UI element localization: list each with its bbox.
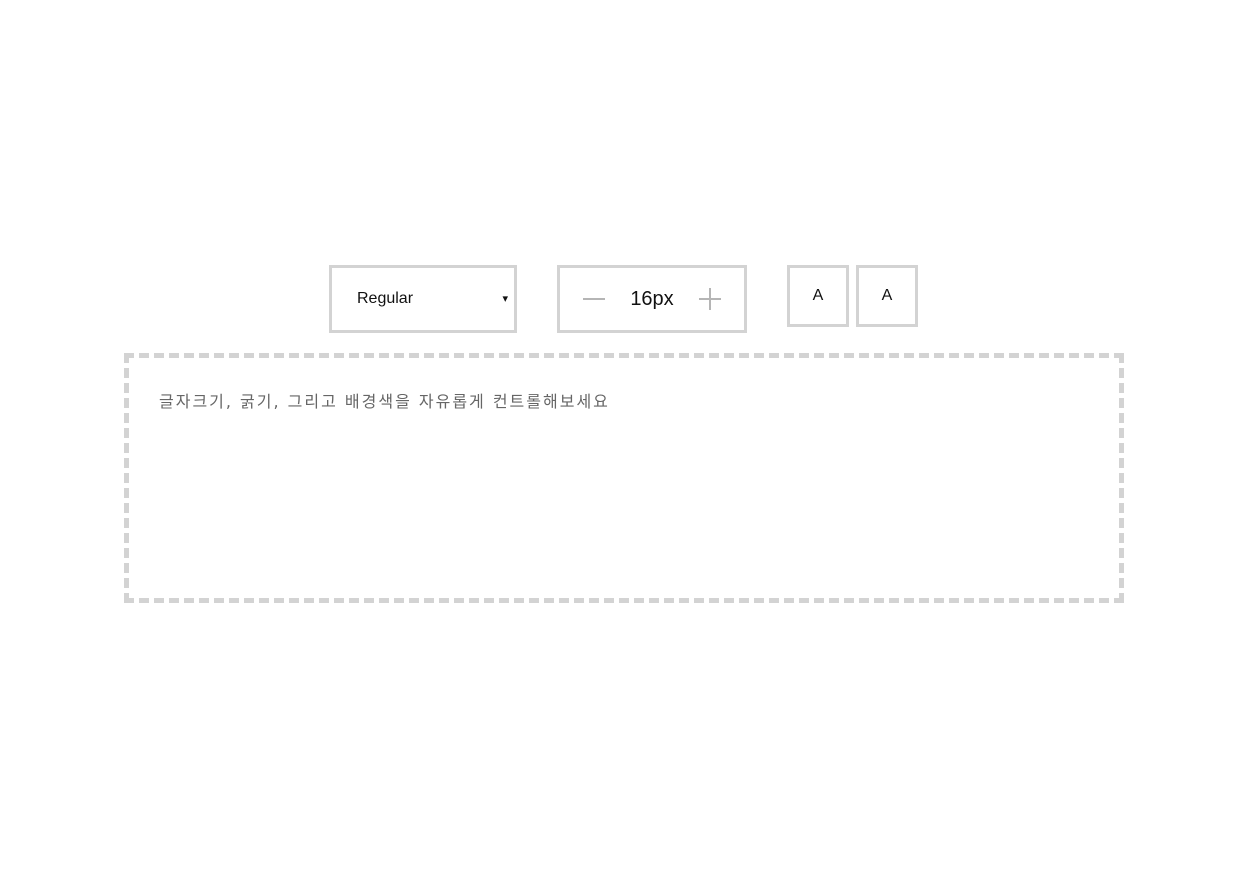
app-stage: Regular ▾ 16px A A 글자크기, 굵기, 그리고 배경색을 자유… xyxy=(0,0,1250,882)
font-weight-value: Regular xyxy=(357,290,414,307)
increase-font-size-button[interactable] xyxy=(690,268,730,330)
chevron-down-icon: ▾ xyxy=(502,293,508,305)
text-color-button[interactable]: A xyxy=(787,265,849,327)
font-size-value: 16px xyxy=(630,288,674,310)
font-size-stepper: 16px xyxy=(557,265,747,333)
background-color-button[interactable]: A xyxy=(856,265,918,327)
font-weight-select[interactable]: Regular ▾ xyxy=(329,265,517,333)
editable-text: 글자크기, 굵기, 그리고 배경색을 자유롭게 컨트롤해보세요 xyxy=(159,392,610,411)
editable-text-area[interactable]: 글자크기, 굵기, 그리고 배경색을 자유롭게 컨트롤해보세요 xyxy=(124,353,1124,603)
